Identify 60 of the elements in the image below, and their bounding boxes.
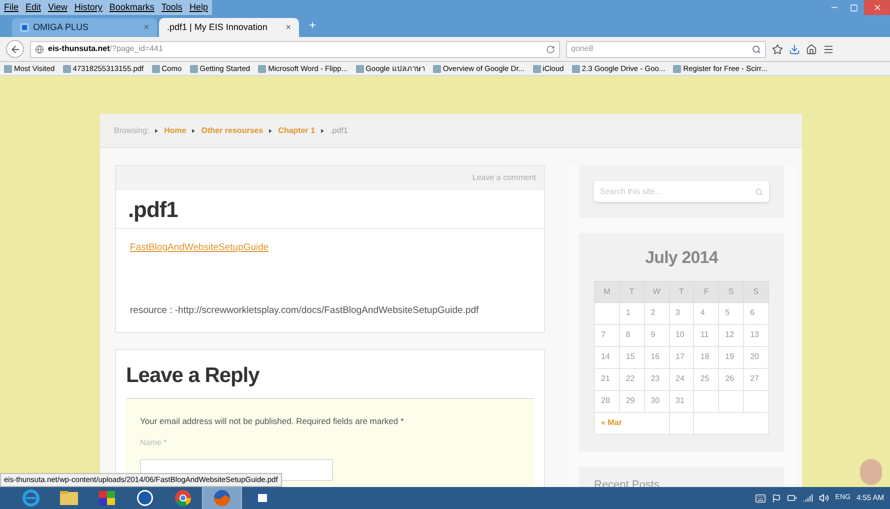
search-placeholder: qone8 (571, 43, 594, 55)
calendar-day: 19 (718, 346, 744, 368)
calendar-day: 30 (644, 390, 670, 412)
calendar-day: 7 (594, 324, 620, 346)
calendar-day: 11 (694, 324, 719, 346)
menu-item[interactable]: View (48, 0, 68, 14)
calendar-day: 1 (619, 302, 644, 324)
browser-tab[interactable]: .pdf1 | My EIS Innovation × (159, 18, 299, 37)
calendar-day: 3 (669, 302, 694, 324)
weekday-header: W (644, 281, 670, 302)
calendar-day: 5 (718, 302, 744, 324)
calendar-day: 14 (594, 346, 620, 368)
calendar-day: 12 (718, 324, 744, 346)
resource-text: resource : -http://screwworkletsplay.com/docs/FastBlogAndWebsiteSetupGuide.pdf (130, 304, 480, 318)
calendar-day: 9 (644, 324, 670, 346)
calendar-day: 16 (644, 346, 670, 368)
calendar-day: 22 (619, 368, 644, 390)
calendar-day: 6 (744, 302, 768, 324)
calendar-day: 21 (594, 368, 620, 390)
calendar-title: July 2014 (644, 247, 720, 269)
calendar-day: 28 (594, 390, 620, 412)
menu-item[interactable]: Help (189, 0, 208, 14)
calendar-day: 10 (669, 324, 694, 346)
calendar-day: 31 (669, 390, 694, 412)
calendar-day: 8 (619, 324, 644, 346)
weekday-header: S (718, 281, 744, 302)
weekday-header: T (669, 281, 694, 302)
notice-text: Your email address will not be published. Required fields are marked * (140, 414, 405, 428)
tab-title: .pdf1 | My EIS Innovation (167, 20, 268, 34)
calendar-day: 4 (694, 302, 719, 324)
tab-title: OMIGA PLUS (33, 20, 90, 34)
tab-close-button[interactable]: × (286, 20, 291, 34)
calendar-day: 27 (744, 368, 768, 390)
calendar-day: 26 (718, 368, 744, 390)
calendar-day: 20 (744, 346, 768, 368)
weekday-header: S (744, 281, 768, 302)
menu-item[interactable]: Bookmarks (109, 0, 154, 14)
menu-item[interactable]: Tools (161, 0, 182, 14)
menu-item[interactable]: File (4, 0, 19, 14)
calendar-day: 18 (694, 346, 719, 368)
url-text: eis-thunsuta.net/?page_id=441 (48, 43, 163, 55)
breadcrumb-label: Browsing: (114, 124, 150, 136)
breadcrumb-current: .pdf1 (330, 124, 348, 136)
calendar-day: 23 (644, 368, 670, 390)
weekday-header: T (619, 281, 644, 302)
calendar-day: 25 (694, 368, 719, 390)
calendar-day: 17 (669, 346, 694, 368)
calendar-day: 24 (669, 368, 694, 390)
calendar-day: 15 (619, 346, 644, 368)
calendar-day: 2 (644, 302, 670, 324)
weekday-header: M (594, 281, 620, 302)
calendar-day: 29 (619, 390, 644, 412)
post-title: .pdf1 (128, 196, 178, 224)
name-label: Name * (140, 437, 168, 450)
weekday-header: F (694, 281, 719, 302)
browser-tab[interactable]: OMIGA PLUS × (12, 18, 157, 37)
menu-item[interactable]: History (74, 0, 102, 14)
address-bar[interactable]: eis-thunsuta.net/?page_id=441 (30, 40, 560, 58)
menu-item[interactable]: Edit (26, 0, 42, 14)
calendar-day: 13 (744, 324, 768, 346)
